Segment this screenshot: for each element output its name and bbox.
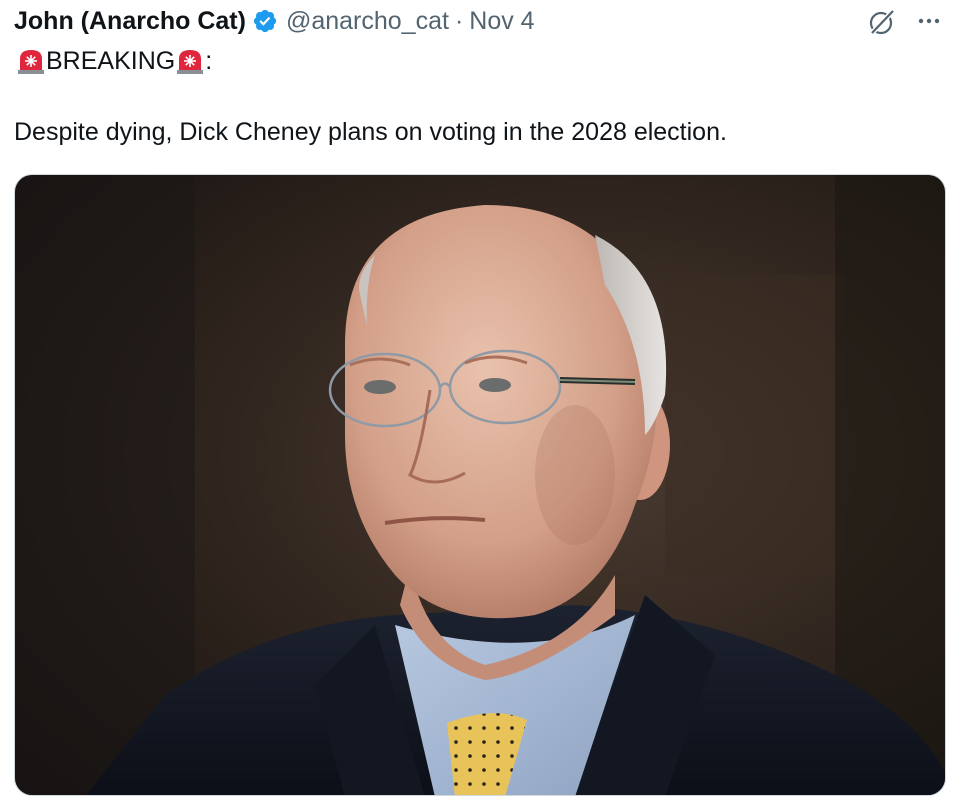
tweet-headline: BREAKING :	[16, 44, 212, 78]
more-options-icon[interactable]	[914, 6, 944, 36]
tweet-body: Despite dying, Dick Cheney plans on voti…	[14, 118, 727, 146]
headline-text: BREAKING	[46, 46, 176, 75]
tweet-header: John (Anarcho Cat) @anarcho_cat · Nov 4	[14, 4, 535, 38]
tweet-date[interactable]: Nov 4	[469, 7, 534, 36]
tweet-photo[interactable]	[14, 174, 946, 796]
verified-badge-icon[interactable]	[252, 8, 278, 34]
grok-icon[interactable]	[866, 6, 898, 38]
siren-emoji-icon	[16, 46, 46, 76]
author-display-name[interactable]: John (Anarcho Cat)	[14, 7, 246, 36]
headline-suffix: :	[205, 46, 213, 75]
siren-emoji-icon	[175, 46, 205, 76]
separator-dot: ·	[454, 6, 464, 35]
author-handle[interactable]: @anarcho_cat	[286, 7, 449, 36]
tweet[interactable]: John (Anarcho Cat) @anarcho_cat · Nov 4	[0, 0, 956, 810]
